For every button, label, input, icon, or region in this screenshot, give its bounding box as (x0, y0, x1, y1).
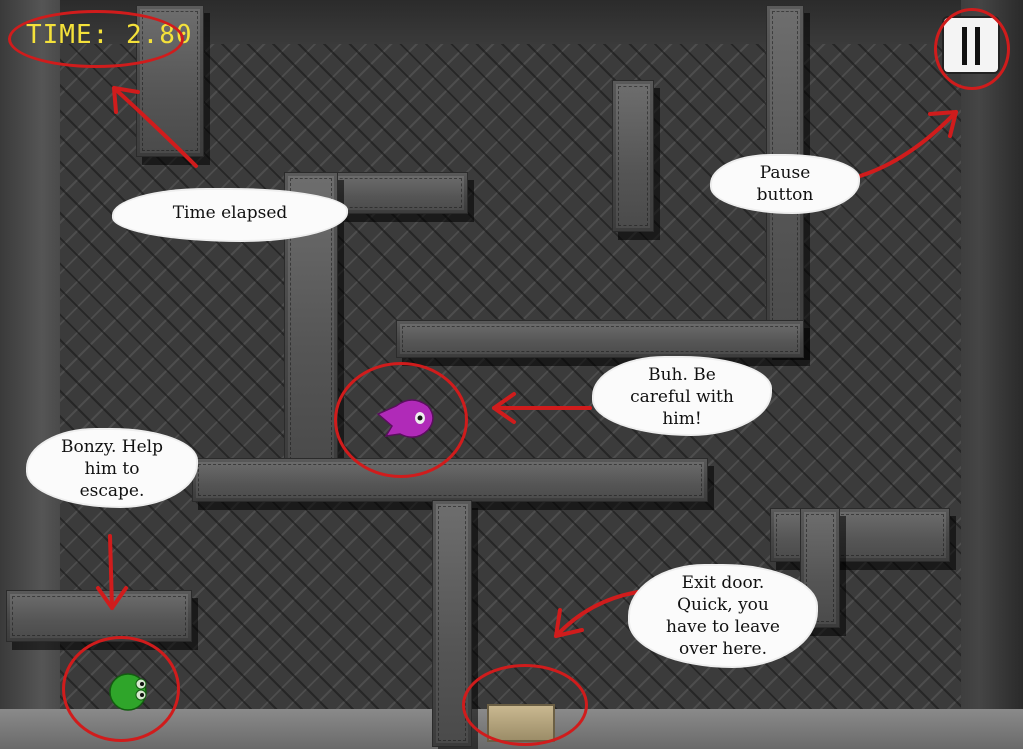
note-text: button (756, 185, 814, 205)
note-text: careful with (630, 387, 734, 407)
note-text: escape. (79, 481, 145, 501)
note-hero: Bonzy. Help him to escape. (28, 430, 196, 506)
note-text: Time elapsed (172, 203, 288, 223)
note-text: have to leave (666, 617, 780, 637)
note-text: Exit door. (681, 573, 765, 593)
note-text: him! (662, 409, 702, 429)
note-text: Quick, you (677, 595, 769, 615)
note-text: over here. (678, 639, 768, 659)
annotation-arrows (96, 86, 958, 638)
note-text: him to (84, 459, 140, 479)
note-pause-button: Pause button (712, 156, 858, 212)
note-time-elapsed: Time elapsed (114, 190, 346, 240)
note-text: Bonzy. Help (61, 437, 163, 457)
note-text: Pause (759, 163, 811, 183)
note-exit-door: Exit door. Quick, you have to leave over… (630, 566, 816, 666)
note-text: Buh. Be (648, 365, 716, 385)
game-stage: TIME: 2.80 Time elapsed Pause button Buh… (0, 0, 1023, 749)
note-enemy: Buh. Be careful with him! (594, 358, 770, 434)
